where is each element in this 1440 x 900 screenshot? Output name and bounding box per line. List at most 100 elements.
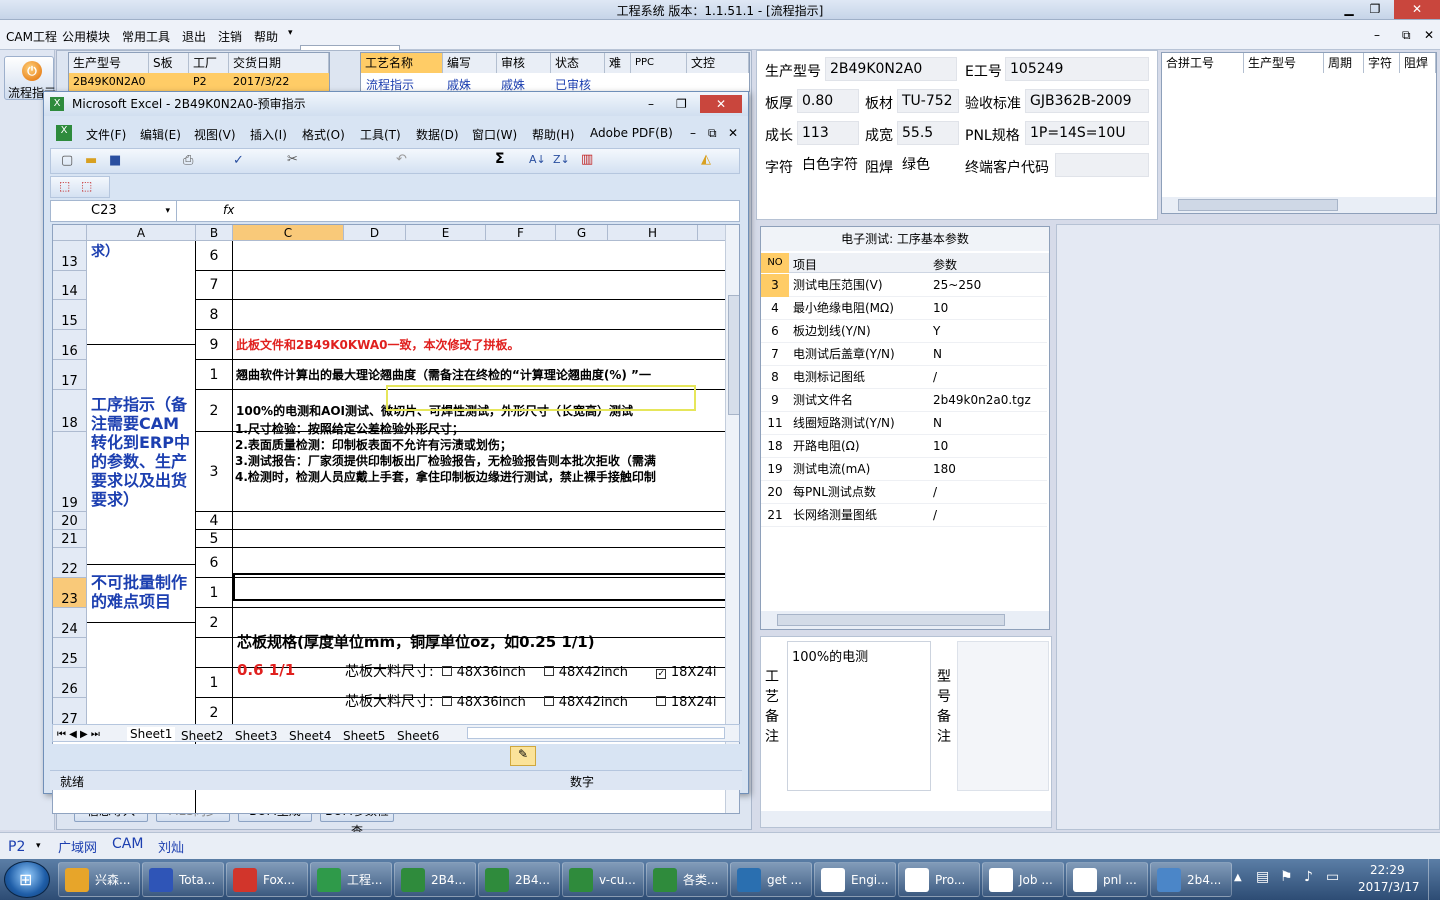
row-header[interactable]: 19 [53, 432, 87, 512]
active-cell-c23[interactable] [233, 573, 739, 601]
cell-c[interactable] [233, 271, 733, 300]
taskbar-item[interactable]: 各类... [646, 862, 728, 897]
excel-menu-insert[interactable]: 插入(I) [250, 126, 287, 143]
menu-common-module[interactable]: 公用模块 [62, 28, 110, 45]
cust-field[interactable] [1055, 153, 1149, 177]
excel-doc-close[interactable]: ✕ [728, 126, 738, 140]
merge-col-model[interactable]: 生产型号 [1244, 53, 1324, 73]
taskbar-item[interactable]: Job ... [982, 862, 1064, 897]
close-button[interactable]: ✕ [1394, 0, 1440, 19]
row-header[interactable]: 18 [53, 390, 87, 432]
eno-field[interactable]: 105249 [1005, 57, 1149, 81]
taskbar-item[interactable]: 2b4... [1150, 862, 1232, 897]
cell-b[interactable]: 7 [196, 271, 233, 300]
row-header[interactable]: 24 [53, 608, 87, 638]
merge-col-cycle[interactable]: 周期 [1324, 53, 1364, 73]
tray-flag-icon[interactable]: ⚑ [1280, 869, 1293, 885]
col-header-b[interactable]: B [196, 225, 233, 241]
row-header[interactable]: 26 [53, 668, 87, 698]
row-header[interactable]: 14 [53, 271, 87, 300]
et-col-no[interactable]: NO [761, 253, 789, 273]
order-row[interactable]: 2B49K0N2A0 P2 2017/3/22 [69, 73, 329, 91]
tray-monitor-icon[interactable]: ▭ [1326, 869, 1339, 885]
cell-b[interactable]: 4 [196, 512, 233, 530]
tray-expand-icon[interactable]: ▲ [1234, 872, 1242, 883]
cell-c[interactable]: 此板文件和2B49K0KWA0一致，本次修改了拼板。 [233, 330, 733, 360]
size-checkbox-2[interactable] [544, 666, 555, 676]
et-row[interactable]: 19 测试电流(mA) 180 [761, 458, 1047, 481]
col-header-d[interactable]: D [344, 225, 406, 241]
et-row[interactable]: 7 电测试后盖章(Y/N) N [761, 343, 1047, 366]
merge-col-job[interactable]: 合拼工号 [1162, 53, 1244, 73]
thick-field[interactable]: 0.80 [797, 89, 859, 113]
excel-doc-restore[interactable]: ⧉ [708, 126, 717, 141]
core-size-row-1[interactable]: 芯板大料尺寸: 48X36inch 48X42inch ✓ 18X24i [345, 661, 717, 681]
cell-b[interactable]: 6 [196, 241, 233, 271]
tray-network-icon[interactable]: ▤ [1256, 869, 1269, 885]
cell-a-prev-group[interactable]: 求） [87, 241, 196, 345]
proc-col-diff[interactable]: 难 [605, 53, 631, 73]
menu-cam[interactable]: CAM工程 [6, 28, 57, 45]
et-row[interactable]: 8 电测标记图纸 / [761, 366, 1047, 389]
row-header[interactable]: 17 [53, 360, 87, 390]
std-field[interactable]: GJB362B-2009 [1025, 89, 1149, 113]
remarks-hscroll[interactable] [761, 811, 1051, 827]
tab-nav-icons[interactable]: ⏮ ◀ ▶ ⏭ [57, 729, 100, 740]
proc-row[interactable]: 流程指示 戚姝 戚姝 已审核 [361, 73, 749, 92]
core-spec-header[interactable]: 芯板规格(厚度单位mm，铜厚单位oz，如0.25 1/1) [237, 631, 595, 652]
col-header-h[interactable]: H [608, 225, 698, 241]
clock-date[interactable]: 2017/3/17 [1358, 880, 1420, 894]
mdi-close-button[interactable]: ✕ [1424, 28, 1434, 42]
merge-col-mask[interactable]: 阻焊 [1400, 53, 1436, 73]
excel-menu-file[interactable]: 文件(F) [86, 126, 126, 143]
cell-c[interactable] [233, 241, 733, 271]
tray-volume-icon[interactable]: ♪ [1304, 869, 1313, 885]
mask-field[interactable]: 绿色 [897, 153, 959, 177]
width-field[interactable]: 55.5 [897, 121, 959, 145]
et-row[interactable]: 3 测试电压范围(V) 25~250 [761, 274, 1047, 297]
et-row[interactable]: 18 开路电阻(Ω) 10 [761, 435, 1047, 458]
taskbar-item[interactable]: 2B4... [394, 862, 476, 897]
col-header-e[interactable]: E [406, 225, 486, 241]
cell-c[interactable] [233, 512, 733, 530]
restore-button[interactable]: ❐ [1362, 0, 1388, 19]
excel-menu-window[interactable]: 窗口(W) [472, 126, 517, 143]
cell-b[interactable]: 1 [196, 668, 233, 698]
row-header[interactable]: 25 [53, 638, 87, 668]
cell-b[interactable] [196, 638, 233, 668]
toolbar-fill-color-icon[interactable]: ◭ [701, 152, 711, 167]
row-header[interactable]: 16 [53, 330, 87, 360]
tab-sheet4[interactable]: Sheet4 [289, 729, 331, 743]
fx-icon[interactable]: fx [223, 203, 234, 217]
model-remark-field[interactable] [957, 641, 1049, 791]
cell-b[interactable]: 3 [196, 432, 233, 512]
col-header-g[interactable]: G [556, 225, 608, 241]
taskbar-item[interactable]: 工程... [310, 862, 392, 897]
merge-col-char[interactable]: 字符 [1364, 53, 1400, 73]
toolbar-cut-icon[interactable]: ✂ [287, 152, 298, 167]
core-size-row-2[interactable]: 芯板大料尺寸: 48X36inch 48X42inch 18X24i [345, 691, 717, 711]
et-col-param[interactable]: 参数 [933, 256, 957, 273]
grow-field[interactable]: 113 [797, 121, 859, 145]
proc-col-name[interactable]: 工艺名称 [361, 53, 443, 73]
cell-b[interactable]: 6 [196, 548, 233, 578]
size-checkbox-3-checked[interactable]: ✓ [656, 669, 667, 679]
excel-menu-view[interactable]: 视图(V) [194, 126, 236, 143]
cell-c19[interactable]: 1.尺寸检验：按照给定公差检验外形尺寸； 2.表面质量检测：印制板表面不允许有污… [235, 421, 735, 501]
row-header[interactable]: 21 [53, 530, 87, 548]
order-col-model[interactable]: 生产型号 [69, 53, 149, 73]
toolbar-new-icon[interactable]: ▢ [61, 153, 73, 168]
cell-a-process-group[interactable]: 工序指示（备注需要CAM转化到ERP中的参数、生产要求以及出货要求） [87, 345, 196, 565]
et-col-item[interactable]: 项目 [793, 256, 817, 273]
taskbar-item[interactable]: Pro... [898, 862, 980, 897]
name-box[interactable]: C23 ▾ [51, 201, 177, 221]
cell-a-difficulty-group[interactable]: 不可批量制作的难点项目 [87, 565, 196, 623]
excel-menu-data[interactable]: 数据(D) [416, 126, 459, 143]
cell-b[interactable]: 2 [196, 608, 233, 638]
cell-b[interactable]: 1 [196, 360, 233, 390]
size-checkbox-1[interactable] [442, 666, 453, 676]
cell-b[interactable]: 8 [196, 300, 233, 330]
toolbar-undo-icon[interactable]: ↶ [396, 152, 407, 167]
size2-checkbox-3[interactable] [656, 696, 667, 706]
minimize-button[interactable]: ▁ [1336, 0, 1362, 19]
